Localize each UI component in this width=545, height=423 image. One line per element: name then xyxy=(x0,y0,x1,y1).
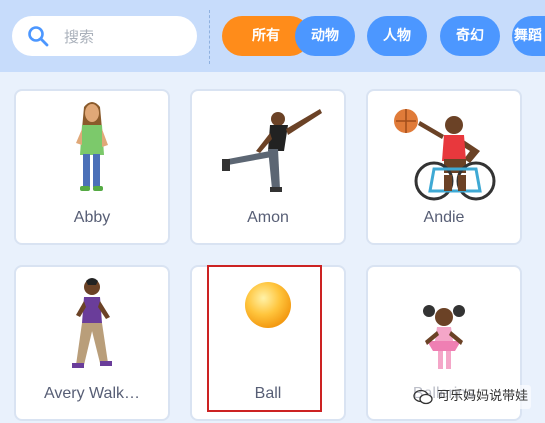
header-divider xyxy=(209,10,210,64)
watermark: 可乐妈妈说带娃 xyxy=(410,385,532,409)
sprite-thumbnail xyxy=(192,99,344,207)
sprite-thumbnail xyxy=(16,275,168,383)
sprite-thumbnail xyxy=(368,99,520,207)
tag-dance[interactable]: 舞蹈 xyxy=(512,16,545,56)
sprite-card-abby[interactable]: Abby xyxy=(14,89,170,245)
tag-people[interactable]: 人物 xyxy=(367,16,427,56)
sprite-card-andie[interactable]: Andie xyxy=(366,89,522,245)
sprite-card-amon[interactable]: Amon xyxy=(190,89,346,245)
sprite-name: Andie xyxy=(423,209,465,226)
sprite-name: Abby xyxy=(73,209,111,226)
sprite-thumbnail xyxy=(368,275,520,383)
sprite-grid: Abby Amon Andie Avery Walk… Ball xyxy=(0,72,545,423)
search-icon xyxy=(28,26,49,47)
sprite-name: Amon xyxy=(247,209,289,226)
tag-animals[interactable]: 动物 xyxy=(295,16,355,56)
sprite-thumbnail xyxy=(16,99,168,207)
sprite-card-ball[interactable]: Ball xyxy=(190,265,346,421)
search-input[interactable] xyxy=(62,24,191,50)
watermark-text: 可乐妈妈说带娃 xyxy=(437,389,529,404)
sprite-name: Avery Walk… xyxy=(43,385,140,402)
tag-fantasy[interactable]: 奇幻 xyxy=(440,16,500,56)
search-box[interactable] xyxy=(12,16,197,56)
wechat-icon xyxy=(413,389,433,404)
sprite-name: Ball xyxy=(254,385,282,402)
sprite-card-avery-walking[interactable]: Avery Walk… xyxy=(14,265,170,421)
sprite-thumbnail xyxy=(192,275,344,383)
library-header: 所有 动物 人物 奇幻 舞蹈 xyxy=(0,0,545,72)
